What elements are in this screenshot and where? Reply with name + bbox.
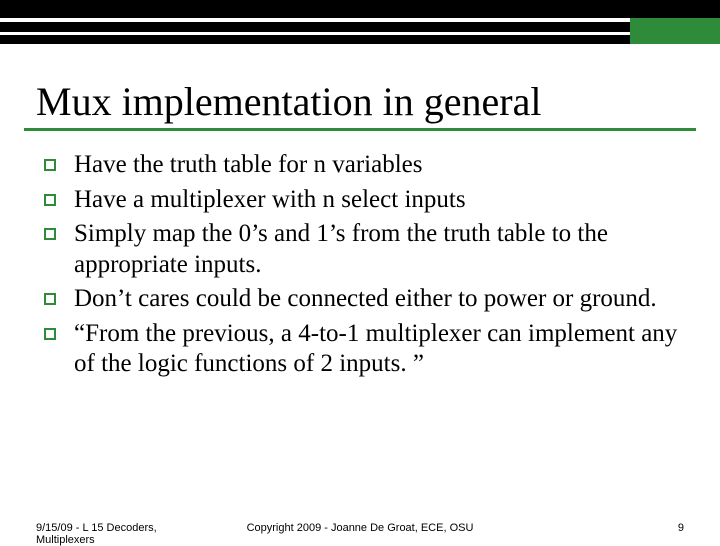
square-bullet-icon <box>44 159 56 171</box>
list-item-text: Have the truth table for n variables <box>74 150 422 181</box>
list-item-text: Don’t cares could be connected either to… <box>74 284 657 315</box>
slide-title: Mux implementation in general <box>36 78 686 125</box>
bar-segment <box>0 18 720 32</box>
footer-page-number: 9 <box>678 522 684 534</box>
bar-segment <box>0 32 720 44</box>
footer-date-line2: Multiplexers <box>36 534 196 546</box>
footer-copyright: Copyright 2009 - Joanne De Groat, ECE, O… <box>0 522 720 534</box>
list-item: Have a multiplexer with n select inputs <box>44 185 684 216</box>
list-item: Simply map the 0’s and 1’s from the trut… <box>44 219 684 280</box>
square-bullet-icon <box>44 328 56 340</box>
list-item: “From the previous, a 4-to-1 multiplexer… <box>44 319 684 380</box>
square-bullet-icon <box>44 293 56 305</box>
list-item-text: “From the previous, a 4-to-1 multiplexer… <box>74 319 684 380</box>
list-item: Have the truth table for n variables <box>44 150 684 181</box>
list-item: Don’t cares could be connected either to… <box>44 284 684 315</box>
bullet-list: Have the truth table for n variables Hav… <box>44 150 684 384</box>
square-bullet-icon <box>44 194 56 206</box>
square-bullet-icon <box>44 228 56 240</box>
list-item-text: Simply map the 0’s and 1’s from the trut… <box>74 219 684 280</box>
slide: Mux implementation in general Have the t… <box>0 0 720 540</box>
bar-segment <box>0 0 720 18</box>
list-item-text: Have a multiplexer with n select inputs <box>74 185 466 216</box>
title-underline <box>24 128 696 131</box>
decorative-top-bars <box>0 0 720 50</box>
accent-block <box>630 18 720 44</box>
